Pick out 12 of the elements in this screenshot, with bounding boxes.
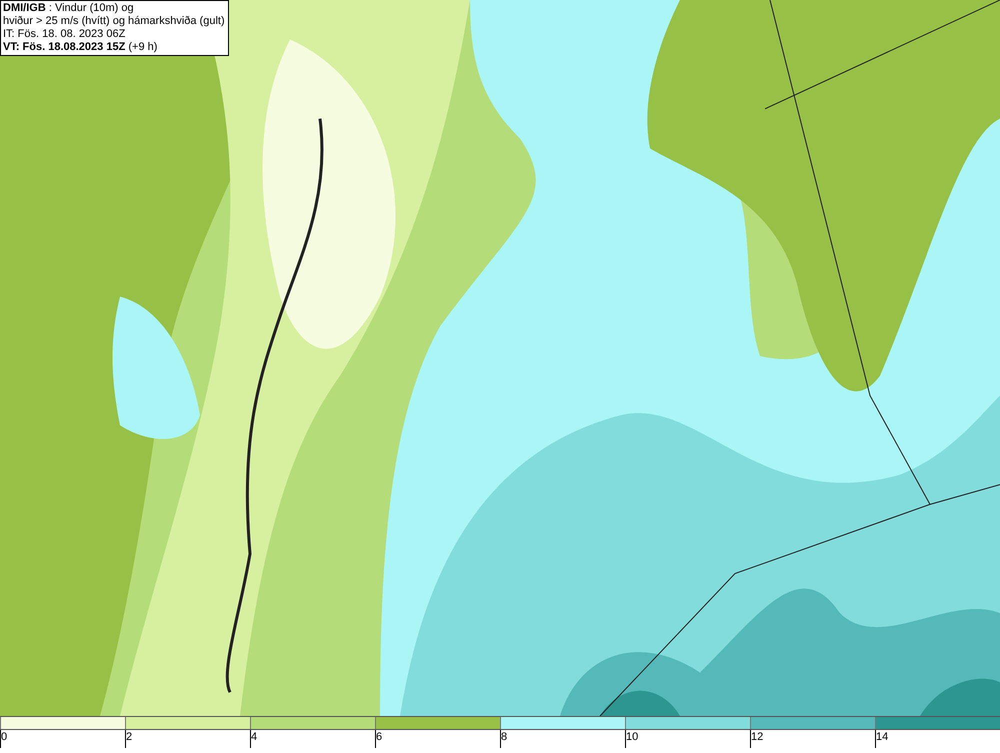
legend-label: 0 (1, 731, 8, 744)
title-line: hviður > 25 m/s (hvítt) og hámarkshviða (gult) (3, 15, 226, 28)
legend-label: 14 (876, 731, 888, 744)
legend-label: 12 (751, 731, 764, 744)
legend-label: 8 (501, 731, 508, 744)
legend-label: 10 (626, 731, 638, 744)
legend-label: 2 (126, 731, 132, 744)
legend-label: 4 (251, 731, 258, 744)
title-line: IT: Fös. 18. 08. 2023 06Z (3, 28, 126, 41)
title-line: DMI/IGB : Vindur (10m) og (3, 2, 135, 15)
title-line: VT: Fös. 18.08.2023 15Z (+9 h) (3, 41, 158, 54)
legend-label: 6 (376, 731, 382, 744)
